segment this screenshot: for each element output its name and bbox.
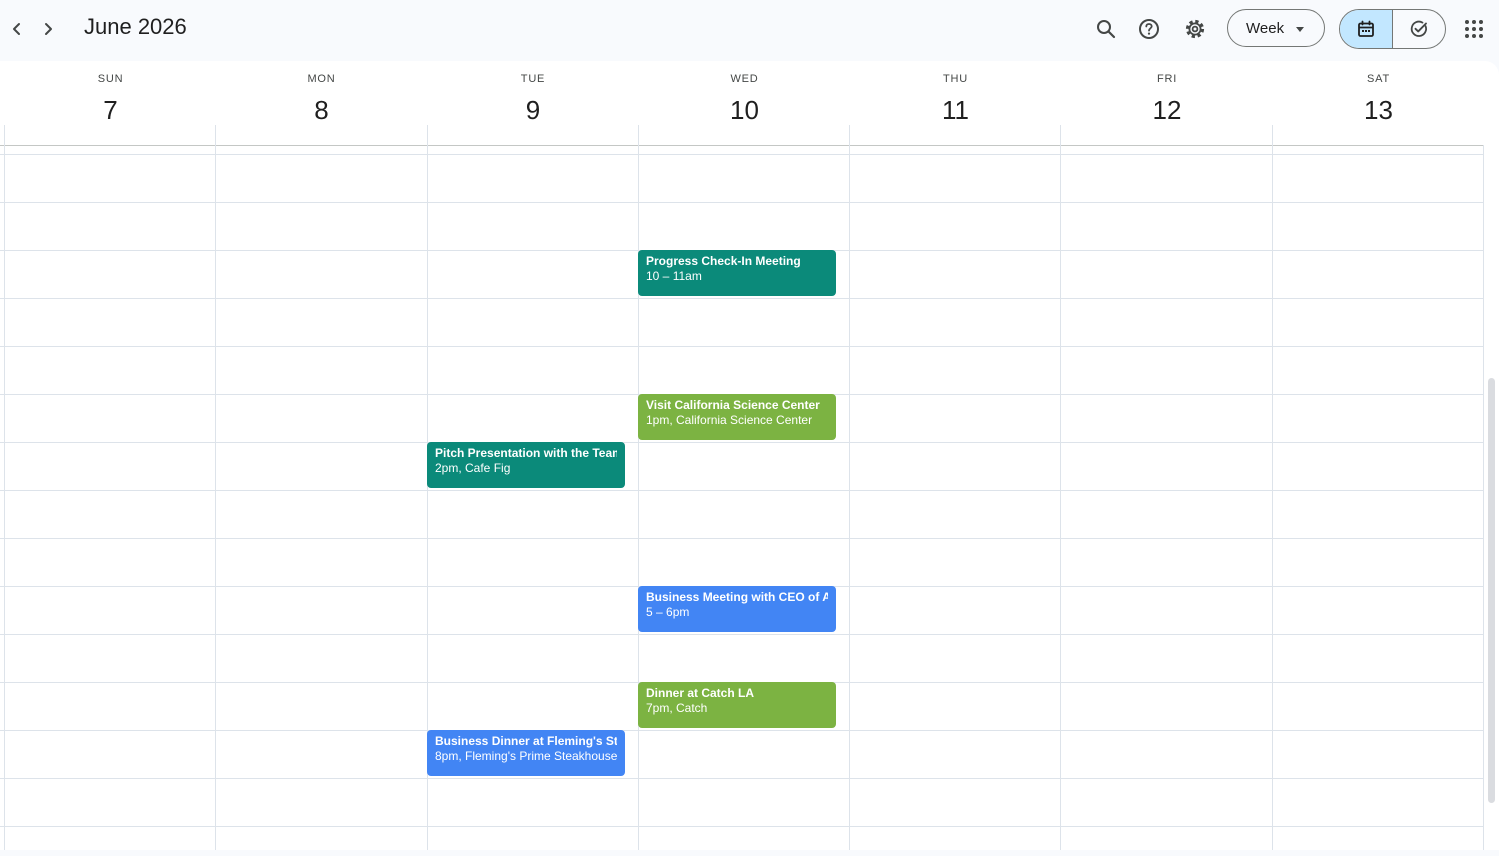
day-number[interactable]: 13: [1273, 95, 1484, 126]
event-title: Dinner at Catch LA: [646, 686, 755, 700]
column-divider: [638, 125, 639, 850]
column-divider: [1272, 125, 1273, 850]
calendar-event[interactable]: Progress Check-In Meeting 10 – 11am: [638, 250, 836, 296]
hour-line: [0, 490, 1484, 491]
day-header-wed[interactable]: WED 10: [639, 61, 850, 145]
hour-line: [0, 634, 1484, 635]
top-bar: June 2026 Week: [0, 0, 1499, 60]
hour-line: [0, 442, 1484, 443]
chevron-left-icon: [13, 23, 20, 35]
hour-line: [0, 826, 1484, 827]
week-grid: SUN 7 MON 8 TUE 9 WED 10 THU 11 FRI 12 S…: [0, 61, 1499, 850]
column-divider: [1060, 125, 1061, 850]
help-icon: [1139, 19, 1159, 39]
calendar-event[interactable]: Pitch Presentation with the Team 2pm, Ca…: [427, 442, 625, 488]
day-header-sat[interactable]: SAT 13: [1273, 61, 1484, 145]
calendar-icon: [1358, 20, 1374, 37]
day-of-week: MON: [307, 73, 336, 85]
day-header-fri[interactable]: FRI 12: [1061, 61, 1273, 145]
event-detail: 1pm, California Science Center: [646, 413, 813, 427]
search-button[interactable]: [1086, 9, 1126, 49]
caret-down-icon: [1296, 27, 1304, 32]
day-number[interactable]: 7: [5, 95, 216, 126]
calendar-view-button[interactable]: [1340, 10, 1393, 48]
help-button[interactable]: [1129, 9, 1169, 49]
chevron-right-icon: [45, 23, 52, 35]
day-number[interactable]: 10: [639, 95, 850, 126]
event-title: Pitch Presentation with the Team: [435, 446, 617, 460]
search-icon: [1097, 20, 1116, 39]
event-title: Business Dinner at Fleming's Stea: [435, 734, 617, 748]
hour-line: [0, 298, 1484, 299]
previous-week-button[interactable]: [0, 12, 34, 46]
apps-grid-icon: [1465, 20, 1469, 24]
page-title: June 2026: [84, 14, 187, 39]
bottom-strip: [0, 850, 1499, 856]
day-header-thu[interactable]: THU 11: [850, 61, 1061, 145]
event-detail: 7pm, Catch: [646, 701, 708, 715]
day-of-week: SUN: [97, 73, 124, 85]
column-divider: [215, 125, 216, 850]
day-header-tue[interactable]: TUE 9: [427, 61, 639, 145]
next-week-button[interactable]: [31, 12, 65, 46]
calendar-event[interactable]: Visit California Science Center 1pm, Cal…: [638, 394, 836, 440]
apps-grid-button[interactable]: [1462, 17, 1486, 41]
vertical-scrollbar[interactable]: [1488, 378, 1495, 803]
view-selector[interactable]: Week: [1227, 9, 1325, 47]
gear-icon: [1185, 19, 1205, 39]
day-of-week: SAT: [1367, 73, 1390, 85]
hour-line: [0, 730, 1484, 731]
day-header-mon[interactable]: MON 8: [216, 61, 427, 145]
view-selector-label: Week: [1246, 19, 1285, 37]
header-divider: [0, 145, 1484, 146]
day-number[interactable]: 11: [850, 95, 1061, 126]
day-of-week: FRI: [1156, 73, 1178, 85]
calendar-event[interactable]: Business Dinner at Fleming's Stea 8pm, F…: [427, 730, 625, 776]
event-detail: 10 – 11am: [646, 269, 702, 283]
event-detail: 5 – 6pm: [646, 605, 690, 619]
day-number[interactable]: 9: [427, 95, 639, 126]
column-divider: [4, 125, 5, 850]
event-title: Business Meeting with CEO of Ae: [646, 590, 828, 604]
event-title: Visit California Science Center: [646, 398, 820, 412]
hour-line: [0, 154, 1484, 155]
event-detail: 2pm, Cafe Fig: [435, 461, 511, 475]
calendar-event[interactable]: Business Meeting with CEO of Ae 5 – 6pm: [638, 586, 836, 632]
day-of-week: THU: [942, 73, 968, 85]
hour-line: [0, 346, 1484, 347]
event-detail: 8pm, Fleming's Prime Steakhouse &: [435, 749, 617, 763]
tasks-view-button[interactable]: [1393, 10, 1445, 48]
day-number[interactable]: 12: [1061, 95, 1273, 126]
settings-button[interactable]: [1175, 9, 1215, 49]
view-toggle: [1339, 9, 1446, 49]
task-check-icon: [1410, 20, 1427, 37]
hour-line: [0, 202, 1484, 203]
hour-line: [0, 778, 1484, 779]
day-number[interactable]: 8: [216, 95, 427, 126]
calendar-event[interactable]: Dinner at Catch LA 7pm, Catch: [638, 682, 836, 728]
event-title: Progress Check-In Meeting: [646, 254, 801, 268]
day-header-sun[interactable]: SUN 7: [5, 61, 216, 145]
day-of-week: TUE: [520, 73, 546, 85]
day-of-week: WED: [730, 73, 759, 85]
column-divider: [849, 125, 850, 850]
hour-line: [0, 538, 1484, 539]
